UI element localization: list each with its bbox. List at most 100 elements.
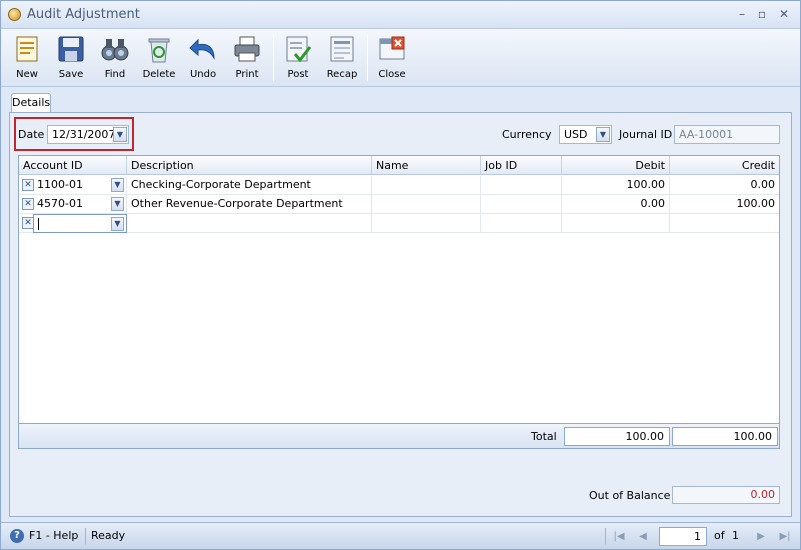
undo-label: Undo <box>189 69 217 80</box>
new-entry-row[interactable]: ✕ ▼ <box>19 214 779 233</box>
minimize-button[interactable]: – <box>733 6 751 22</box>
restore-button[interactable]: ▫ <box>753 6 771 22</box>
chevron-down-icon[interactable]: ▼ <box>111 178 124 192</box>
column-header-name[interactable]: Name <box>372 156 481 175</box>
delete-label: Delete <box>142 69 176 80</box>
status-separator <box>605 528 606 545</box>
table-row[interactable]: ✕ 4570-01 ▼ Other Revenue-Corporate Depa… <box>19 195 779 214</box>
close-button[interactable]: Close <box>370 32 414 86</box>
journal-id-label: Journal ID <box>619 128 673 141</box>
out-of-balance-value: 0.00 <box>672 486 780 504</box>
column-header-credit[interactable]: Credit <box>670 156 779 175</box>
close-label: Close <box>378 69 406 80</box>
page-count: 1 <box>732 529 739 542</box>
debit-cell[interactable] <box>562 214 670 233</box>
credit-cell[interactable]: 0.00 <box>670 176 779 195</box>
audit-adjustment-window: Audit Adjustment – ▫ ✕ New Save Find Del… <box>0 0 801 550</box>
help-icon[interactable]: ? <box>10 529 24 543</box>
next-page-icon[interactable]: ▶ <box>753 529 769 545</box>
column-header-debit[interactable]: Debit <box>562 156 670 175</box>
currency-value: USD <box>564 128 588 141</box>
last-page-icon[interactable]: ▶| <box>777 529 793 545</box>
text-cursor <box>38 218 39 230</box>
job-id-cell[interactable] <box>481 176 562 195</box>
recycle-bin-icon <box>148 38 170 63</box>
undo-button[interactable]: Undo <box>181 32 225 86</box>
status-bar: ? F1 - Help Ready |◀ ◀ 1 of 1 ▶ ▶| <box>1 522 800 549</box>
print-button[interactable]: Print <box>225 32 269 86</box>
account-id-input[interactable]: ▼ <box>33 214 127 233</box>
toolbar-separator <box>273 35 274 81</box>
date-field[interactable]: 12/31/2007 ▼ <box>47 125 129 144</box>
print-label: Print <box>235 69 259 80</box>
printer-icon <box>234 36 260 62</box>
first-page-icon[interactable]: |◀ <box>611 529 627 545</box>
total-debit: 100.00 <box>564 427 670 446</box>
new-button[interactable]: New <box>5 32 49 86</box>
credit-cell[interactable]: 100.00 <box>670 195 779 214</box>
toolbar-separator <box>367 35 368 81</box>
save-button[interactable]: Save <box>49 32 93 86</box>
recap-button[interactable]: Recap <box>320 32 364 86</box>
account-id-cell[interactable]: 4570-01 ▼ <box>33 195 127 214</box>
out-of-balance-label: Out of Balance <box>589 489 671 502</box>
currency-field[interactable]: USD ▼ <box>559 125 612 144</box>
grid-header: Account ID Description Name Job ID Debit… <box>19 156 779 175</box>
date-label: Date <box>18 128 45 141</box>
status-separator <box>85 528 86 545</box>
column-header-description[interactable]: Description <box>127 156 372 175</box>
title-bar: Audit Adjustment – ▫ ✕ <box>1 1 800 29</box>
description-cell[interactable] <box>127 214 372 233</box>
save-icon <box>58 36 84 62</box>
journal-id-field[interactable]: AA-10001 <box>674 125 780 144</box>
binoculars-icon <box>101 39 129 61</box>
description-cell[interactable]: Checking-Corporate Department <box>127 176 372 195</box>
job-id-cell[interactable] <box>481 214 562 233</box>
debit-cell[interactable]: 0.00 <box>562 195 670 214</box>
undo-arrow-icon <box>189 38 215 60</box>
close-window-button[interactable]: ✕ <box>775 6 793 22</box>
find-button[interactable]: Find <box>93 32 137 86</box>
chevron-down-icon[interactable]: ▼ <box>113 127 127 142</box>
window-title: Audit Adjustment <box>27 7 140 22</box>
tab-details[interactable]: Details <box>11 93 51 113</box>
page-number-input[interactable]: 1 <box>659 527 707 546</box>
account-id-cell[interactable]: 1100-01 ▼ <box>33 176 127 195</box>
post-button[interactable]: Post <box>276 32 320 86</box>
name-cell[interactable] <box>372 214 481 233</box>
post-check-icon <box>286 36 312 63</box>
date-value: 12/31/2007 <box>52 128 116 141</box>
account-id-value: 1100-01 <box>37 178 83 191</box>
of-label: of <box>714 529 725 542</box>
post-label: Post <box>287 69 309 80</box>
column-header-job-id[interactable]: Job ID <box>481 156 562 175</box>
credit-cell[interactable] <box>670 214 779 233</box>
status-text: Ready <box>91 529 126 542</box>
account-id-value: 4570-01 <box>37 197 83 210</box>
currency-label: Currency <box>502 128 552 141</box>
recap-label: Recap <box>326 69 358 80</box>
close-form-icon <box>379 36 405 60</box>
grid-footer: Total 100.00 100.00 <box>19 423 779 448</box>
save-label: Save <box>58 69 84 80</box>
new-icon <box>16 36 38 62</box>
find-label: Find <box>104 69 126 80</box>
prev-page-icon[interactable]: ◀ <box>635 529 651 545</box>
table-row[interactable]: ✕ 1100-01 ▼ Checking-Corporate Departmen… <box>19 176 779 195</box>
column-header-account-id[interactable]: Account ID <box>19 156 127 175</box>
toolbar: New Save Find Delete Undo Print Post Rec… <box>1 29 800 87</box>
name-cell[interactable] <box>372 195 481 214</box>
chevron-down-icon[interactable]: ▼ <box>111 217 124 231</box>
recap-icon <box>330 36 354 62</box>
debit-cell[interactable]: 100.00 <box>562 176 670 195</box>
delete-button[interactable]: Delete <box>137 32 181 86</box>
app-icon <box>8 8 21 21</box>
total-credit: 100.00 <box>672 427 778 446</box>
new-label: New <box>16 69 38 80</box>
name-cell[interactable] <box>372 176 481 195</box>
help-hint[interactable]: F1 - Help <box>29 529 78 542</box>
chevron-down-icon[interactable]: ▼ <box>111 197 124 211</box>
chevron-down-icon[interactable]: ▼ <box>596 127 610 142</box>
description-cell[interactable]: Other Revenue-Corporate Department <box>127 195 372 214</box>
job-id-cell[interactable] <box>481 195 562 214</box>
